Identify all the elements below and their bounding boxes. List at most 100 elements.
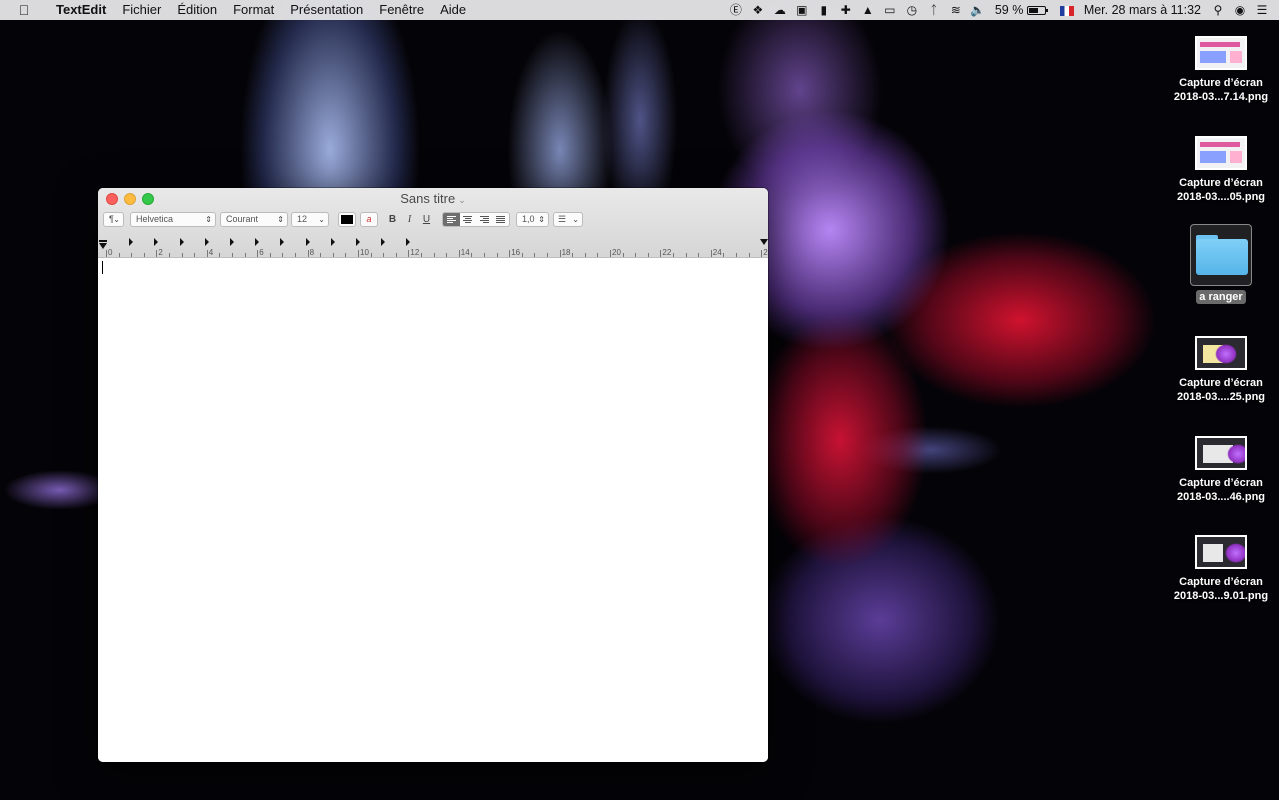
desktop-file-screenshot-2[interactable]: Capture d’écran 2018-03....05.png bbox=[1166, 136, 1276, 204]
battery-status[interactable]: 59 % bbox=[989, 3, 1056, 17]
ruler-tick bbox=[433, 253, 435, 257]
ruler-tick bbox=[458, 250, 460, 257]
italic-button[interactable]: I bbox=[401, 212, 418, 227]
1password-icon[interactable]: Ⓔ bbox=[725, 0, 747, 20]
plus-icon[interactable]: ✚ bbox=[835, 0, 857, 20]
tab-stop-marker[interactable] bbox=[255, 238, 260, 246]
text-editor-area[interactable] bbox=[98, 259, 768, 762]
underline-button[interactable]: U bbox=[418, 212, 435, 227]
menu-edition[interactable]: Édition bbox=[169, 0, 225, 20]
airplay-icon[interactable]: ▭ bbox=[879, 0, 901, 20]
line-spacing-popup[interactable]: 1,0 ⇕ bbox=[516, 212, 549, 227]
ruler-tick bbox=[181, 253, 183, 257]
desktop-file-screenshot-1[interactable]: Capture d’écran 2018-03...7.14.png bbox=[1166, 36, 1276, 104]
desktop-file-screenshot-5[interactable]: Capture d’écran 2018-03...9.01.png bbox=[1166, 535, 1276, 603]
menu-aide[interactable]: Aide bbox=[432, 0, 474, 20]
bold-button[interactable]: B bbox=[384, 212, 401, 227]
file-label-line1: Capture d’écran bbox=[1179, 576, 1263, 588]
spotlight-search-icon[interactable]: ⚲ bbox=[1207, 0, 1229, 20]
align-left-button[interactable] bbox=[443, 213, 460, 226]
upload-icon[interactable]: ▲ bbox=[857, 0, 879, 20]
tab-stop-marker[interactable] bbox=[280, 238, 285, 246]
desktop-folder-a-ranger[interactable]: a ranger bbox=[1166, 224, 1276, 305]
ruler-tick bbox=[736, 253, 737, 257]
right-margin-marker[interactable] bbox=[760, 239, 768, 245]
menu-format[interactable]: Format bbox=[225, 0, 282, 20]
ruler-number: 26 bbox=[763, 248, 768, 257]
font-family-popup[interactable]: Helvetica ⇕ bbox=[130, 212, 216, 227]
list-bullets-icon: ☰ bbox=[558, 214, 567, 224]
ruler-number: 22 bbox=[662, 248, 672, 257]
clock[interactable]: Mer. 28 mars à 11:32 bbox=[1078, 3, 1207, 17]
text-color-swatch bbox=[341, 215, 353, 224]
desktop-file-screenshot-3[interactable]: Capture d’écran 2018-03....25.png bbox=[1166, 336, 1276, 404]
ruler-tick bbox=[673, 253, 674, 257]
justify-button[interactable] bbox=[493, 213, 510, 226]
ruler-tick bbox=[370, 253, 372, 257]
creative-cloud-icon[interactable]: ☁ bbox=[769, 0, 791, 20]
notification-center-icon[interactable]: ☰ bbox=[1251, 0, 1273, 20]
reader-icon[interactable]: ▣ bbox=[791, 0, 813, 20]
ruler-tick bbox=[584, 253, 586, 257]
menu-fichier[interactable]: Fichier bbox=[114, 0, 169, 20]
desktop-file-screenshot-4[interactable]: Capture d’écran 2018-03....46.png bbox=[1166, 436, 1276, 504]
bookmark-icon[interactable]: ▮ bbox=[813, 0, 835, 20]
tab-stop-marker[interactable] bbox=[305, 238, 310, 246]
wifi-icon[interactable]: ≋ bbox=[945, 0, 967, 20]
volume-icon[interactable]: 🔈 bbox=[967, 0, 989, 20]
ruler-number: 12 bbox=[410, 248, 420, 257]
tab-stop-marker[interactable] bbox=[406, 238, 411, 246]
siri-icon[interactable]: ◉ bbox=[1229, 0, 1251, 20]
align-right-button[interactable] bbox=[476, 213, 493, 226]
bluetooth-icon[interactable]: ᛏ bbox=[923, 0, 945, 20]
image-thumbnail bbox=[1195, 535, 1247, 569]
left-margin-marker[interactable] bbox=[99, 237, 107, 249]
title-bar[interactable]: Sans titre ⌄ ¶ ⌄ Helvetica ⇕ Courant ⇕ 12 ⌄ a… bbox=[98, 188, 768, 258]
window-title[interactable]: Sans titre ⌄ bbox=[98, 191, 768, 206]
ruler-tick bbox=[635, 253, 637, 257]
highlight-color-well[interactable]: a bbox=[360, 212, 378, 227]
ruler-tick bbox=[143, 253, 145, 257]
paragraph-style-popup[interactable]: ¶ ⌄ bbox=[103, 212, 124, 227]
tab-stop-marker[interactable] bbox=[356, 238, 360, 246]
file-label: Capture d’écran 2018-03...7.14.png bbox=[1166, 76, 1276, 104]
ruler-tick bbox=[118, 253, 120, 257]
stepper-arrows-icon: ⇕ bbox=[538, 215, 545, 224]
ruler-tick bbox=[156, 250, 158, 257]
tab-stop-marker[interactable] bbox=[381, 238, 386, 246]
tab-stop-marker[interactable] bbox=[230, 238, 234, 246]
file-label-line2: 2018-03....05.png bbox=[1176, 191, 1266, 203]
textedit-window: Sans titre ⌄ ¶ ⌄ Helvetica ⇕ Courant ⇕ 12 ⌄ a… bbox=[98, 188, 768, 762]
file-label: Capture d’écran 2018-03....05.png bbox=[1166, 176, 1276, 204]
ruler-tick bbox=[647, 253, 649, 257]
tab-stop-marker[interactable] bbox=[204, 238, 209, 246]
ruler-number: 20 bbox=[612, 248, 621, 257]
tab-stop-marker[interactable] bbox=[129, 238, 134, 246]
apple-menu-icon[interactable]:  bbox=[14, 2, 34, 18]
ruler[interactable]: 02468101214161820222426 bbox=[98, 234, 768, 258]
battery-icon bbox=[1026, 6, 1048, 16]
tab-stop-marker[interactable] bbox=[179, 238, 184, 246]
battery-level bbox=[1028, 8, 1038, 14]
ruler-tick bbox=[534, 253, 536, 257]
font-size-combo[interactable]: 12 ⌄ bbox=[291, 212, 329, 227]
menu-fenetre[interactable]: Fenêtre bbox=[371, 0, 432, 20]
tab-stop-marker[interactable] bbox=[154, 238, 159, 246]
text-color-well[interactable] bbox=[338, 212, 356, 227]
ruler-tick bbox=[131, 253, 133, 257]
ruler-tick bbox=[660, 250, 662, 257]
dropbox-icon[interactable]: ❖ bbox=[747, 0, 769, 20]
stepper-arrows-icon: ⇕ bbox=[277, 215, 284, 224]
tab-stop-marker[interactable] bbox=[330, 238, 335, 246]
ruler-tick bbox=[232, 253, 233, 257]
list-style-popup[interactable]: ☰ ⌄ bbox=[553, 212, 583, 227]
font-size-value: 12 bbox=[297, 214, 308, 224]
align-center-button[interactable] bbox=[460, 213, 477, 226]
ruler-number: 4 bbox=[208, 248, 214, 257]
menu-presentation[interactable]: Présentation bbox=[282, 0, 371, 20]
menu-app-name[interactable]: TextEdit bbox=[48, 0, 114, 20]
time-machine-icon[interactable]: ◷ bbox=[901, 0, 923, 20]
font-style-popup[interactable]: Courant ⇕ bbox=[220, 212, 288, 227]
input-source-flag-icon[interactable] bbox=[1056, 0, 1078, 20]
folder-icon bbox=[1190, 224, 1252, 286]
